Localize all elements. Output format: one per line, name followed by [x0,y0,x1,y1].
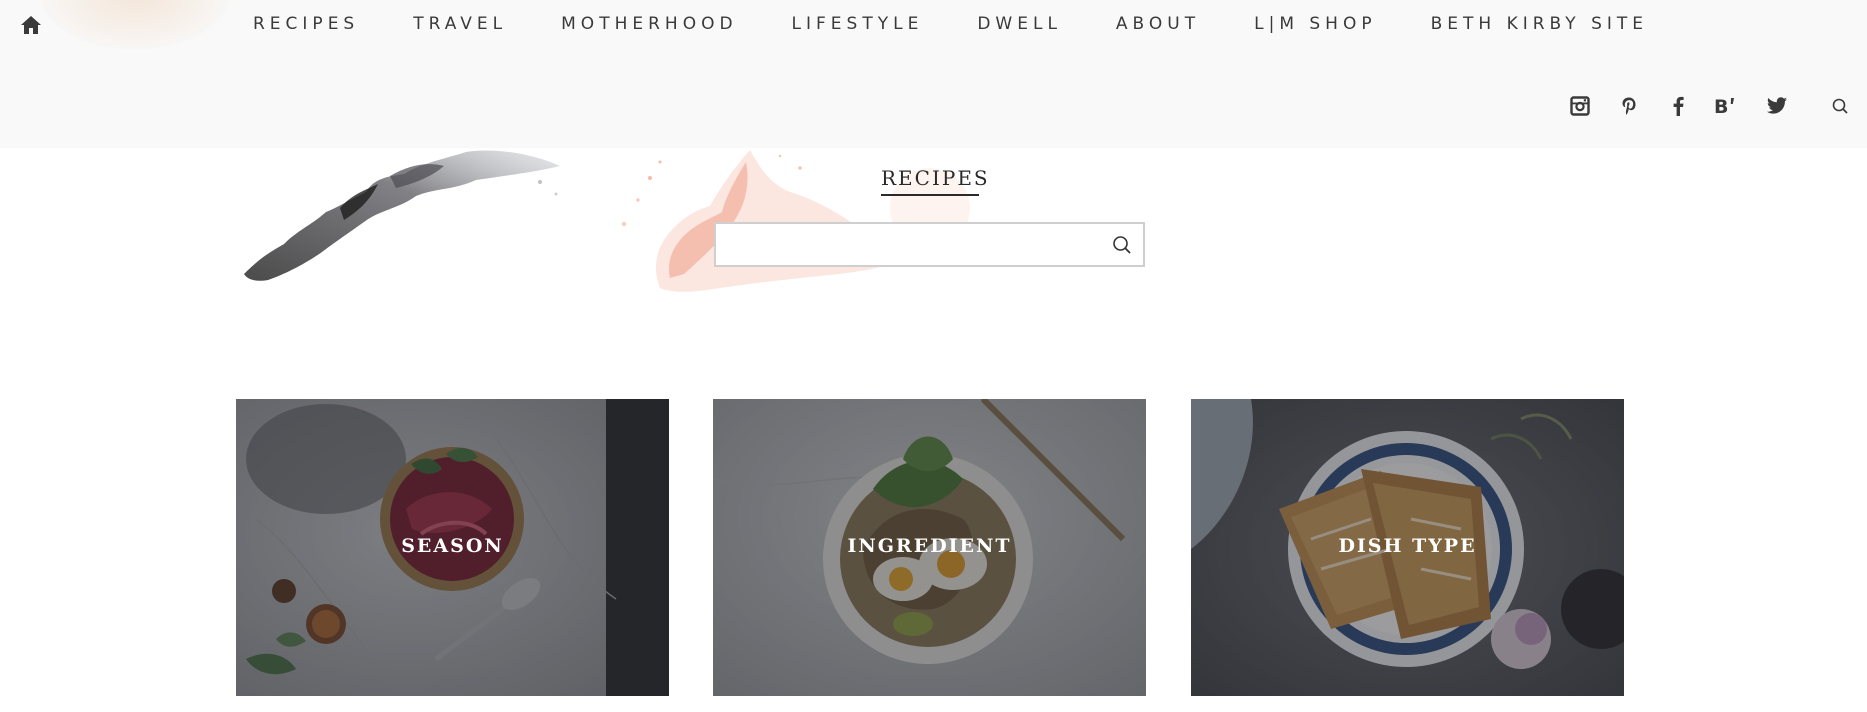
home-icon[interactable] [19,13,43,37]
card-label-dish-type: DISH TYPE [1338,535,1477,557]
nav-item-lm-shop[interactable]: L|M SHOP [1254,14,1376,34]
nav-item-about[interactable]: ABOUT [1116,14,1200,34]
recipe-search-box [714,222,1145,267]
category-card-season[interactable]: SEASON [236,399,669,696]
nav-item-dwell[interactable]: DWELL [977,14,1062,34]
nav-item-recipes[interactable]: RECIPES [253,14,359,34]
facebook-icon[interactable] [1665,93,1691,119]
card-label-ingredient: INGREDIENT [847,535,1012,557]
page-title: RECIPES [881,166,988,196]
search-icon[interactable] [1827,93,1853,119]
nav-item-travel[interactable]: TRAVEL [413,14,507,34]
watercolor-splash-dark [244,150,560,281]
category-card-dish-type[interactable]: DISH TYPE [1191,399,1624,696]
card-label-season: SEASON [401,535,504,557]
nav-item-lifestyle[interactable]: LIFESTYLE [792,14,924,34]
site-header: RECIPES TRAVEL MOTHERHOOD LIFESTYLE DWEL… [0,0,1867,148]
category-card-ingredient[interactable]: INGREDIENT [713,399,1146,696]
nav-item-motherhood[interactable]: MOTHERHOOD [561,14,737,34]
watercolor-wash [40,0,230,50]
svg-text:B: B [1714,96,1728,116]
recipe-search-input[interactable] [716,224,1096,265]
search-submit-icon[interactable] [1111,234,1133,256]
instagram-icon[interactable] [1567,93,1593,119]
nav-item-beth-kirby-site[interactable]: BETH KIRBY SITE [1431,14,1648,34]
page-bottom [0,696,1867,712]
twitter-icon[interactable] [1764,93,1790,119]
bloglovin-icon[interactable]: B [1714,93,1740,119]
main-nav: RECIPES TRAVEL MOTHERHOOD LIFESTYLE DWEL… [253,14,1702,34]
pinterest-icon[interactable] [1616,93,1642,119]
